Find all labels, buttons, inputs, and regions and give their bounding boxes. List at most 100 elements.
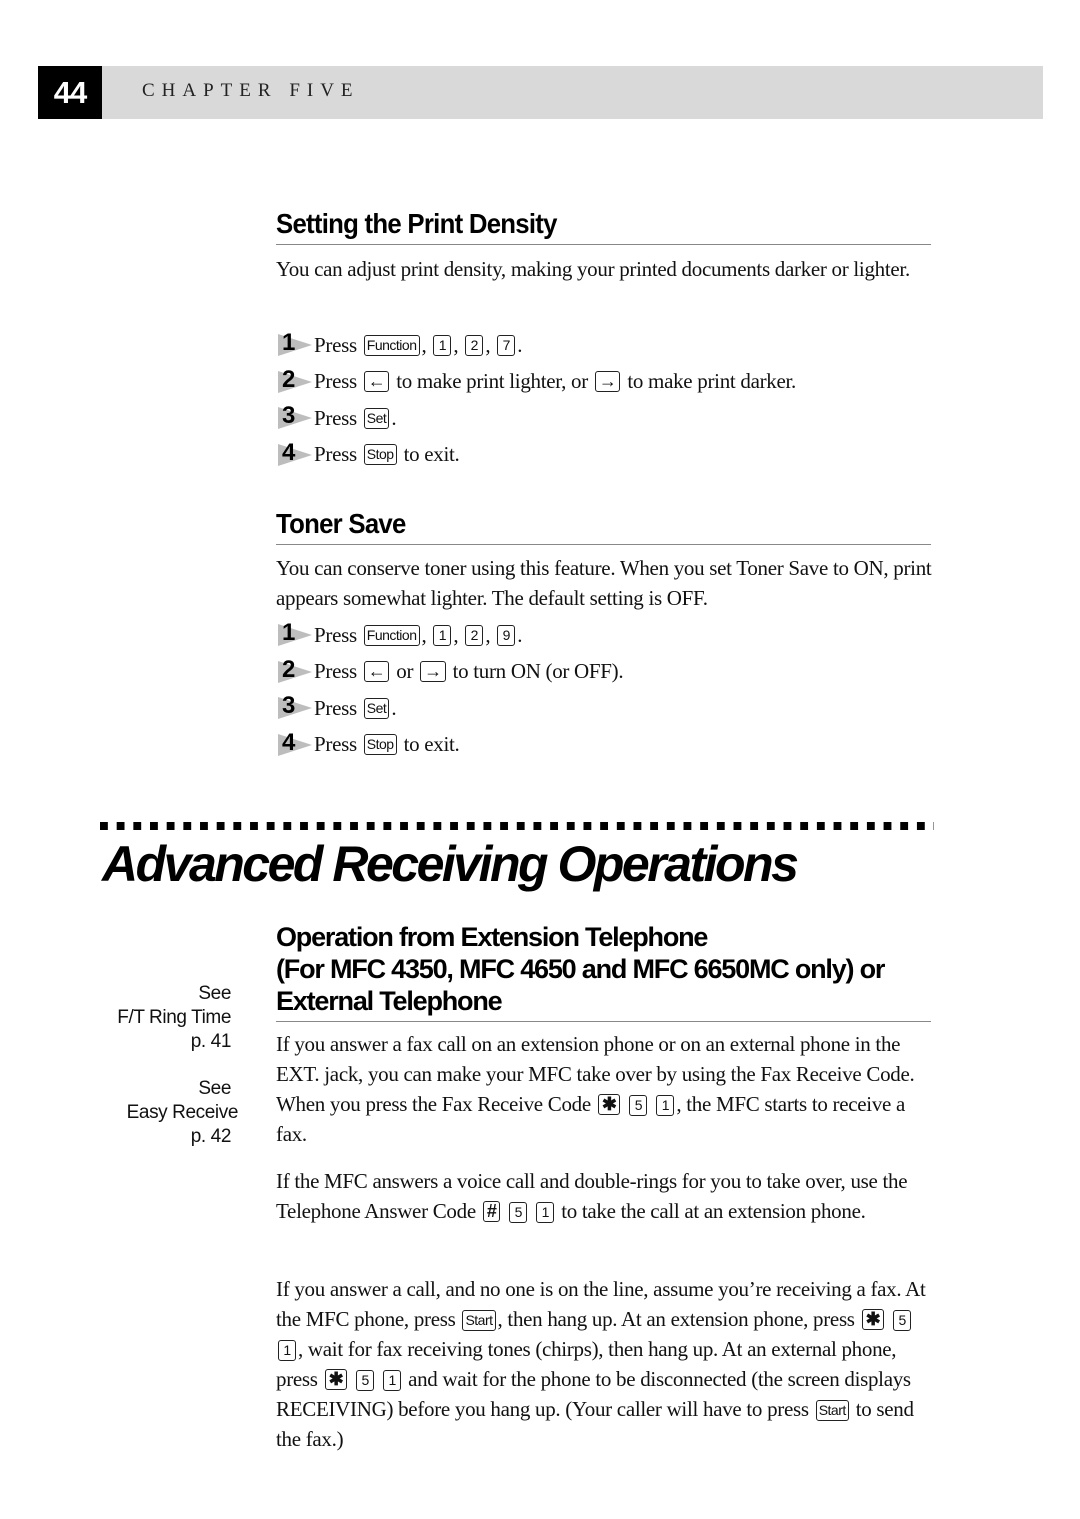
side-note-see: See — [198, 1078, 231, 1099]
step-number: 4 — [282, 728, 296, 756]
chapter-section-title: Advanced Receiving Operations — [102, 836, 799, 892]
toner-save-steps: 1 Press Function, 1, 2, 9. 2 Press ← or … — [278, 617, 918, 763]
print-density-heading-text: Setting the Print Density — [276, 208, 557, 239]
paragraph-text: to take the call at an extension phone. — [561, 1199, 866, 1223]
step-number-marker: 1 — [278, 619, 312, 648]
step-text: Press — [314, 369, 357, 394]
step-item: 1 Press Function, 1, 2, 9. — [278, 617, 918, 654]
star-key-icon: ✱ — [324, 1369, 348, 1390]
paragraph-text: , then hang up. At an extension phone, p… — [497, 1307, 855, 1331]
extension-telephone-heading: Operation from Extension Telephone (For … — [276, 921, 931, 1022]
heading-line: External Telephone — [276, 986, 503, 1016]
step-number: 3 — [282, 692, 296, 720]
step-number-marker: 4 — [278, 438, 312, 468]
key-1: 1 — [433, 334, 452, 356]
key-1: 1 — [433, 624, 452, 646]
set-key: Set — [363, 407, 390, 429]
left-arrow-key-icon: ← — [363, 371, 390, 393]
key-1: 1 — [536, 1202, 555, 1223]
step-text: to exit. — [403, 442, 460, 467]
key-1: 1 — [278, 1340, 296, 1361]
toner-save-heading: Toner Save — [276, 508, 932, 545]
print-density-intro: You can adjust print density, making you… — [276, 257, 910, 281]
key-5: 5 — [509, 1202, 528, 1223]
step-text: Press — [314, 405, 357, 430]
step-number: 2 — [282, 655, 296, 683]
chapter-label: CHAPTER FIVE — [142, 80, 360, 101]
step-item: 3 Press Set. — [278, 400, 918, 437]
step-text: to make print darker. — [627, 369, 797, 394]
key-2: 2 — [465, 334, 484, 356]
step-item: 1 Press Function, 1, 2, 7. — [278, 327, 918, 364]
step-number-marker: 3 — [278, 402, 312, 431]
step-number-marker: 4 — [278, 728, 312, 758]
side-note-ft-ring-time: See F/T Ring Time p. 41 — [61, 982, 231, 1054]
step-text: . — [391, 405, 397, 430]
right-arrow-key-icon: → — [420, 661, 446, 683]
step-item: 2 Press ← or → to turn ON (or OFF). — [278, 654, 918, 691]
step-number-marker: 3 — [278, 692, 312, 721]
key-9: 9 — [497, 624, 516, 646]
step-text: Press — [314, 442, 357, 467]
key-1: 1 — [656, 1095, 675, 1116]
print-density-steps: 1 Press Function, 1, 2, 7. 2 Press ← to … — [278, 327, 918, 473]
toner-save-heading-text: Toner Save — [276, 508, 406, 539]
step-number-marker: 1 — [278, 329, 312, 358]
print-density-heading: Setting the Print Density — [276, 208, 932, 245]
key-1: 1 — [383, 1370, 402, 1391]
step-number-marker: 2 — [278, 365, 312, 395]
hash-key-icon: # — [482, 1201, 501, 1222]
side-note-see: See — [198, 983, 231, 1004]
side-note-page: p. 42 — [190, 1126, 232, 1147]
heading-line: Operation from Extension Telephone — [276, 922, 708, 952]
start-key: Start — [462, 1310, 496, 1331]
step-text: to make print lighter, or — [396, 369, 588, 394]
key-5: 5 — [356, 1370, 375, 1391]
key-5: 5 — [629, 1095, 648, 1116]
step-text: to exit. — [403, 732, 460, 757]
paragraph-fax-receive-code: If you answer a fax call on an extension… — [276, 1029, 936, 1149]
set-key: Set — [363, 697, 390, 719]
step-number: 3 — [282, 402, 296, 430]
step-text: . — [391, 695, 397, 720]
left-arrow-key-icon: ← — [363, 661, 390, 683]
start-key: Start — [815, 1400, 849, 1421]
step-item: 2 Press ← to make print lighter, or → to… — [278, 364, 918, 401]
step-text: Press — [314, 622, 357, 647]
function-key: Function — [363, 334, 420, 356]
paragraph-no-one-on-line: If you answer a call, and no one is on t… — [276, 1274, 936, 1454]
stop-key: Stop — [363, 734, 397, 756]
step-text: . — [517, 332, 523, 357]
side-note-easy-receive: See Easy Receive p. 42 — [51, 1077, 239, 1149]
paragraph-telephone-answer-code: If the MFC answers a voice call and doub… — [276, 1166, 936, 1226]
heading-line: (For MFC 4350, MFC 4650 and MFC 6650MC o… — [276, 954, 885, 984]
step-number: 1 — [282, 329, 296, 357]
key-2: 2 — [465, 624, 484, 646]
step-item: 4 Press Stop to exit. — [278, 727, 918, 764]
step-text: Press — [314, 732, 357, 757]
key-5: 5 — [893, 1310, 912, 1331]
star-key-icon: ✱ — [597, 1094, 621, 1115]
step-number: 2 — [282, 365, 296, 393]
right-arrow-key-icon: → — [594, 371, 621, 393]
step-number: 4 — [282, 438, 296, 466]
side-note-page: p. 41 — [190, 1031, 232, 1052]
star-key-icon: ✱ — [861, 1309, 885, 1330]
page-number: 44 — [38, 66, 102, 119]
step-text: Press — [314, 695, 357, 720]
step-item: 4 Press Stop to exit. — [278, 437, 918, 474]
step-text: . — [517, 622, 523, 647]
stop-key: Stop — [363, 444, 397, 466]
step-number-marker: 2 — [278, 655, 312, 685]
side-note-topic: F/T Ring Time — [117, 1007, 231, 1028]
function-key: Function — [363, 624, 420, 646]
toner-save-intro: You can conserve toner using this featur… — [276, 556, 932, 610]
step-item: 3 Press Set. — [278, 690, 918, 727]
step-text: Press — [314, 659, 357, 684]
step-number: 1 — [282, 619, 296, 647]
step-text: Press — [314, 332, 357, 357]
side-note-topic: Easy Receive — [126, 1102, 239, 1123]
step-text: or — [396, 659, 414, 684]
key-7: 7 — [497, 334, 516, 356]
dotted-divider — [100, 822, 934, 830]
